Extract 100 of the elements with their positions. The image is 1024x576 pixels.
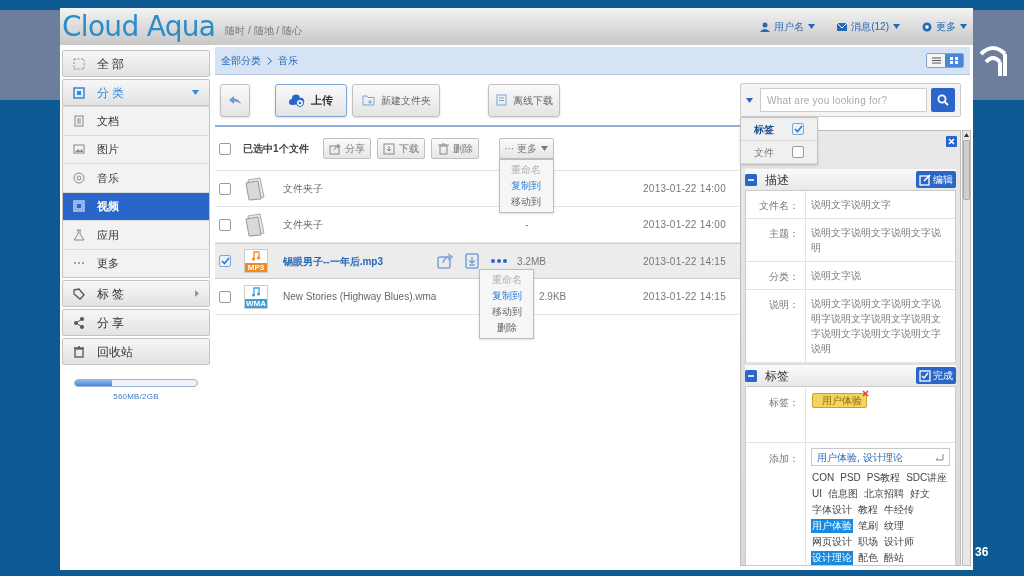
menu-item[interactable]: 移动到 xyxy=(511,194,542,210)
checkbox[interactable] xyxy=(219,142,231,155)
tag-suggestion[interactable]: UI xyxy=(811,487,823,501)
sidebar-subitem[interactable]: 文档 xyxy=(63,106,209,135)
sidebar-item[interactable]: 标 签 xyxy=(62,280,210,307)
tag-input[interactable]: 用户体验, 设计理论 xyxy=(811,448,950,466)
checkbox[interactable] xyxy=(219,255,231,267)
tag-suggestion[interactable]: 信息图 xyxy=(827,487,859,501)
dashed-square-icon xyxy=(73,57,85,70)
checkbox[interactable] xyxy=(219,218,231,231)
file-name[interactable]: 锡眼男子--一年后.mp3 xyxy=(283,253,433,269)
breadcrumb-link[interactable]: 音乐 xyxy=(278,53,298,68)
enter-icon xyxy=(935,453,944,461)
field-label: 标签： xyxy=(746,387,806,442)
tag-suggestion[interactable]: 笔刷 xyxy=(857,519,879,533)
download-tray-icon xyxy=(382,142,395,155)
action-button[interactable]: 删除 xyxy=(430,138,479,159)
view-toggle[interactable] xyxy=(927,54,945,67)
toolbar-button[interactable]: 新建文件夹 xyxy=(352,83,440,117)
sidebar-subitem[interactable]: 音乐 xyxy=(63,163,209,192)
tag-suggestion[interactable]: 酷站 xyxy=(883,551,905,565)
tag-suggestion[interactable]: 字体设计 xyxy=(811,503,853,517)
file-name[interactable]: 文件夹子 xyxy=(283,217,433,232)
tag-icon xyxy=(73,287,85,300)
caret-down-icon xyxy=(746,97,753,103)
video-icon xyxy=(73,200,85,213)
header-link[interactable]: 用户名 xyxy=(760,19,816,34)
collapse-icon xyxy=(745,369,757,382)
more-dropdown[interactable]: ··· 更多 xyxy=(498,138,554,159)
search-field[interactable]: What are you looking for? xyxy=(760,88,927,112)
field-value: 说明文字说明文字 xyxy=(810,198,892,212)
sidebar-subitem[interactable]: 应用 xyxy=(63,220,209,249)
action-button[interactable]: 下载 xyxy=(376,138,425,159)
scroll-thumb[interactable] xyxy=(963,140,970,200)
scope-option[interactable]: 文件 xyxy=(741,141,817,164)
file-size: 3.2MB xyxy=(517,255,546,267)
tag-suggestion[interactable]: 职场 xyxy=(857,535,879,549)
view-toggle[interactable] xyxy=(945,54,963,67)
action-button[interactable]: 分享 xyxy=(322,138,371,159)
caret-icon xyxy=(540,146,548,151)
scroll-up-icon xyxy=(964,133,969,137)
trash-icon xyxy=(73,345,85,358)
sidebar-item[interactable]: 分 享 xyxy=(62,309,210,336)
trash-icon xyxy=(436,142,449,155)
sidebar-subitem[interactable]: 视频 xyxy=(63,191,209,220)
tag-suggestion[interactable]: 网页设计 xyxy=(811,535,853,549)
gear-icon xyxy=(922,21,932,32)
tag-suggestion[interactable]: 设计师 xyxy=(883,535,915,549)
tag-suggestion[interactable]: 牛经传 xyxy=(883,503,915,517)
sidebar-item[interactable]: 回收站 xyxy=(62,338,210,365)
tag-suggestion[interactable]: PS教程 xyxy=(865,471,902,485)
checkbox[interactable] xyxy=(219,290,231,303)
field-value: 说明文字说明文字说明文字说明 xyxy=(810,226,942,255)
music-note-icon xyxy=(251,251,261,261)
breadcrumb-link[interactable]: 全部分类 xyxy=(221,53,261,68)
back-button[interactable] xyxy=(220,83,250,117)
toolbar-button[interactable]: 离线下载 xyxy=(488,83,560,117)
grid-icon xyxy=(950,57,958,64)
mail-icon xyxy=(837,21,848,32)
sidebar-subitem[interactable]: 更多 xyxy=(63,248,209,277)
tag-suggestion[interactable]: 设计理论 xyxy=(811,551,853,565)
header-link[interactable]: 更多 xyxy=(922,19,967,34)
search-button[interactable] xyxy=(931,88,955,112)
tag-suggestion[interactable]: 好文 xyxy=(909,487,931,501)
tag-suggestion[interactable]: 用户体验 xyxy=(811,519,853,533)
menu-item[interactable]: 复制到 xyxy=(511,178,542,194)
menu-item[interactable]: 复制到 xyxy=(491,288,522,304)
header-link[interactable]: 消息(12) xyxy=(837,19,900,34)
scope-option[interactable]: 标签 xyxy=(741,118,817,141)
storage-reading: 560MB/2GB xyxy=(113,391,159,403)
selection-count: 已选中1个文件 xyxy=(243,142,309,156)
field-value: 说明文字说明文字说明文字说明字说明文字说明文字说明文字说明文字说明文字说明文字说明 xyxy=(810,297,942,356)
tag-chip[interactable]: 用户体验 xyxy=(812,393,867,408)
section-button[interactable]: 编辑 xyxy=(916,171,956,188)
search-icon xyxy=(937,94,949,106)
section-button[interactable]: 完成 xyxy=(916,367,956,384)
download-tray-icon xyxy=(465,253,479,269)
tag-suggestion[interactable]: 北京招聘 xyxy=(863,487,905,501)
toolbar-button[interactable]: 上传 xyxy=(275,83,347,117)
checkbox[interactable] xyxy=(219,182,231,195)
checkbox[interactable] xyxy=(792,123,804,135)
sidebar-subitem[interactable]: 图片 xyxy=(63,134,209,163)
category-icon xyxy=(73,86,85,99)
sidebar-item[interactable]: 分 类 xyxy=(62,79,210,106)
checkbox[interactable] xyxy=(792,146,804,158)
file-name[interactable]: 文件夹子 xyxy=(283,181,433,196)
menu-item[interactable]: 删除 xyxy=(496,320,517,336)
tag-suggestion[interactable]: PSD xyxy=(839,471,862,485)
tag-suggestion[interactable]: 配色 xyxy=(857,551,879,565)
scrollbar[interactable] xyxy=(962,130,971,566)
file-date: 2013-01-22 14:15 xyxy=(643,290,726,304)
tag-suggestion[interactable]: SDC讲座 xyxy=(905,471,949,485)
sidebar-item[interactable]: 全 部 xyxy=(62,50,210,77)
edit-icon xyxy=(919,173,931,186)
share-icon xyxy=(73,316,85,329)
folder-icon xyxy=(245,212,267,237)
tag-suggestion[interactable]: CON xyxy=(811,471,836,485)
music-note-icon xyxy=(251,286,261,297)
tag-suggestion[interactable]: 纹理 xyxy=(883,519,905,533)
tag-suggestion[interactable]: 教程 xyxy=(857,503,879,517)
